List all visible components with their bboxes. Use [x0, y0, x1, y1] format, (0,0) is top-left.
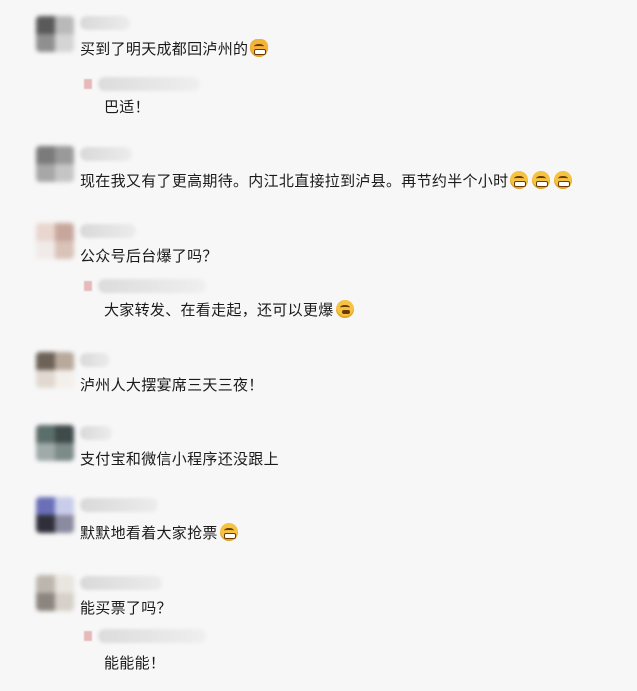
avatar-pixel	[36, 164, 55, 182]
avatar-pixel	[55, 16, 74, 34]
avatar-pixel	[55, 146, 74, 164]
cat-grin-emoji-icon	[250, 39, 269, 57]
reply-text-content: 大家转发、在看走起，还可以更爆	[104, 301, 334, 319]
avatar-pixel	[55, 164, 74, 182]
reply-marker-icon	[84, 631, 92, 641]
username-blurred	[80, 147, 132, 161]
username-blurred	[80, 498, 158, 512]
reply-text: 巴适！	[104, 98, 150, 116]
reply-marker-icon	[84, 79, 92, 89]
reply-author-blurred	[98, 629, 206, 643]
avatar-pixel	[55, 352, 74, 370]
grin-emoji-icon	[532, 171, 551, 189]
avatar-pixel	[55, 443, 74, 461]
avatar-pixel	[36, 593, 55, 611]
username-blurred	[80, 16, 130, 30]
reply-marker-icon	[84, 281, 92, 291]
grin-emoji-icon	[510, 171, 529, 189]
avatar[interactable]	[36, 575, 74, 611]
reply-text: 能能能！	[104, 654, 166, 672]
avatar-pixel	[36, 352, 55, 370]
avatar-pixel	[36, 443, 55, 461]
avatar[interactable]	[36, 497, 74, 533]
comment-text-content: 现在我又有了更高期待。内江北直接拉到泸县。再节约半个小时	[80, 172, 509, 190]
avatar[interactable]	[36, 16, 74, 52]
avatar-pixel	[55, 593, 74, 611]
comment-text: 买到了明天成都回泸州的	[80, 39, 269, 59]
avatar-pixel	[55, 497, 74, 515]
avatar-pixel	[36, 425, 55, 443]
reply-text: 大家转发、在看走起，还可以更爆	[104, 300, 354, 320]
avatar-pixel	[36, 575, 55, 593]
thinking-emoji-icon	[335, 300, 354, 318]
avatar-pixel	[36, 146, 55, 164]
avatar-pixel	[55, 575, 74, 593]
avatar-pixel	[55, 425, 74, 443]
comment-text-content: 买到了明天成都回泸州的	[80, 40, 249, 58]
avatar-pixel	[55, 515, 74, 533]
comment-text-content: 默默地看着大家抢票	[80, 524, 218, 542]
username-blurred	[80, 224, 136, 238]
avatar-pixel	[55, 34, 74, 52]
avatar-pixel	[55, 223, 74, 241]
comment-text: 泸州人大摆宴席三天三夜！	[80, 376, 264, 394]
grimace-emoji-icon	[219, 523, 238, 541]
reply-author-blurred	[98, 77, 200, 91]
comment-text: 默默地看着大家抢票	[80, 523, 238, 543]
comment-text: 现在我又有了更高期待。内江北直接拉到泸县。再节约半个小时	[80, 171, 573, 191]
avatar-pixel	[36, 497, 55, 515]
username-blurred	[80, 576, 162, 590]
avatar-pixel	[36, 515, 55, 533]
avatar-pixel	[36, 34, 55, 52]
comment-text: 能买票了吗？	[80, 599, 172, 617]
avatar[interactable]	[36, 223, 74, 259]
comment-text: 支付宝和微信小程序还没跟上	[80, 450, 279, 468]
avatar-pixel	[36, 370, 55, 388]
avatar-pixel	[36, 16, 55, 34]
avatar-pixel	[36, 241, 55, 259]
username-blurred	[80, 353, 110, 367]
avatar-pixel	[36, 223, 55, 241]
username-blurred	[80, 426, 112, 440]
avatar-pixel	[55, 370, 74, 388]
avatar[interactable]	[36, 352, 74, 388]
comment-text: 公众号后台爆了吗？	[80, 247, 218, 265]
avatar[interactable]	[36, 425, 74, 461]
avatar-pixel	[55, 241, 74, 259]
grin-emoji-icon	[554, 171, 573, 189]
avatar[interactable]	[36, 146, 74, 182]
reply-author-blurred	[98, 279, 206, 293]
